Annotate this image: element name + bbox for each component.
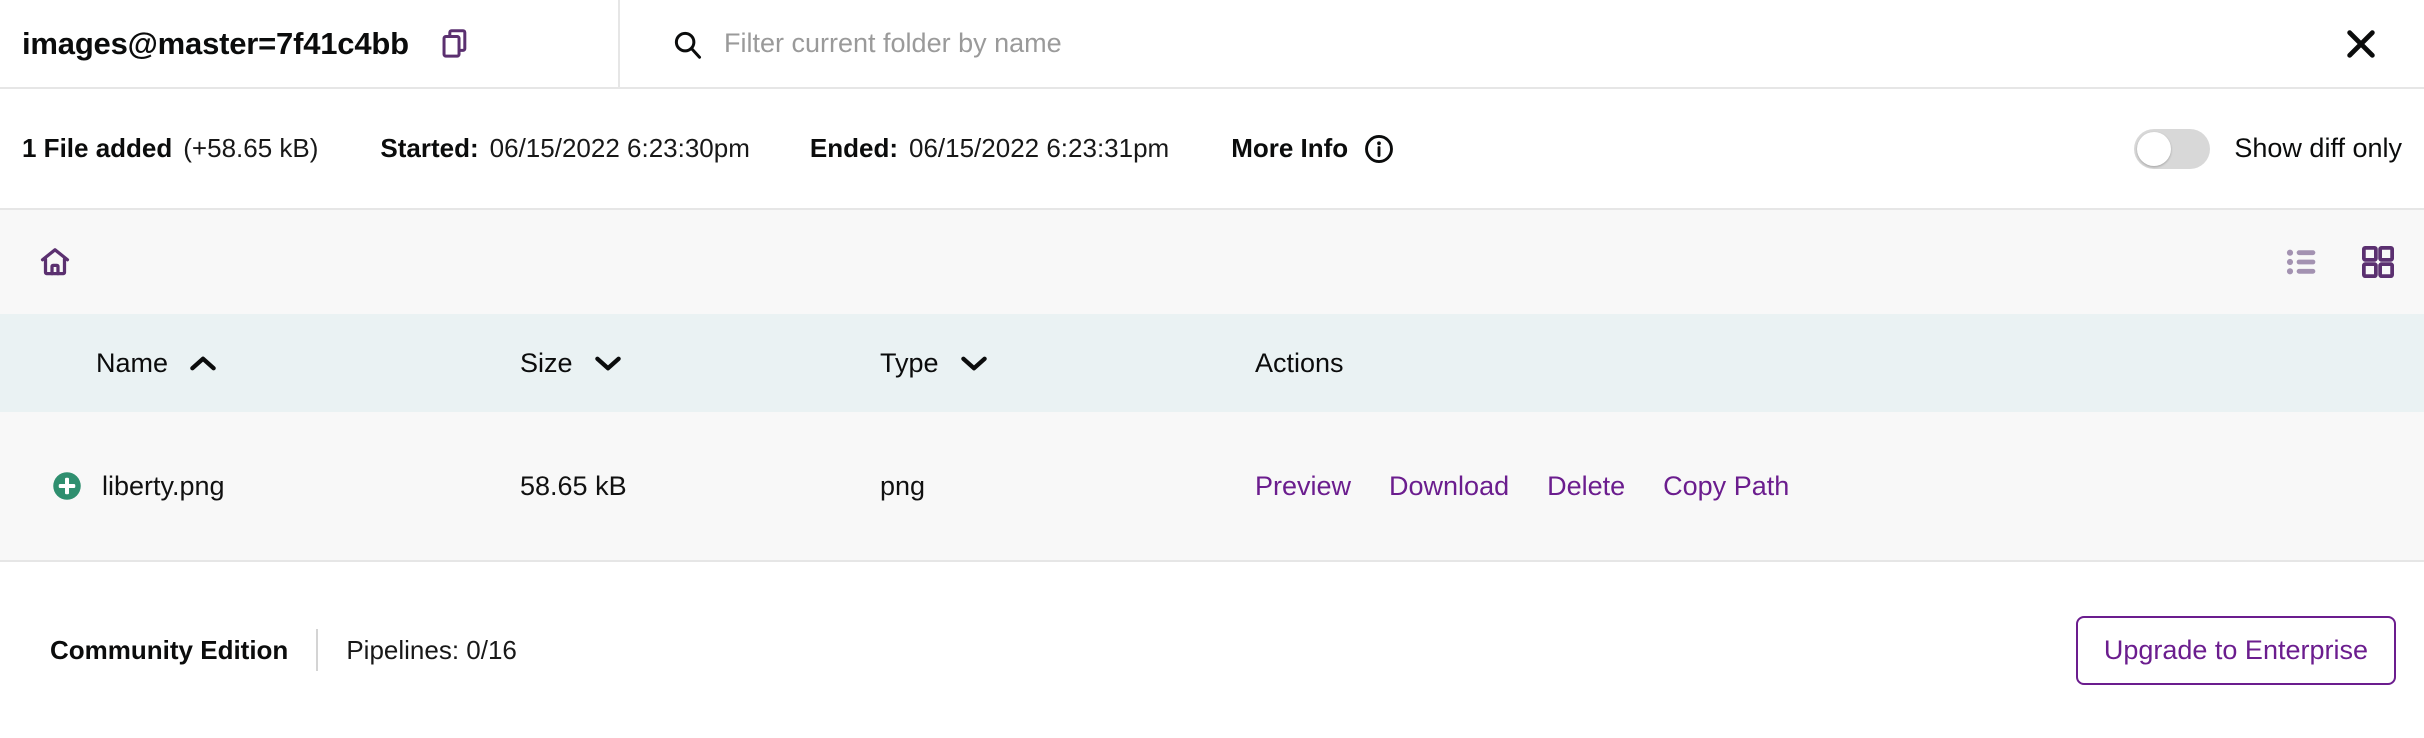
repo-title-zone: images@master=7f41c4bb: [0, 0, 620, 87]
column-label-name: Name: [96, 347, 169, 378]
close-button[interactable]: [2316, 0, 2406, 87]
copy-path-button[interactable]: Copy Path: [1663, 471, 1789, 502]
column-header-type[interactable]: Type: [880, 348, 1255, 379]
chevron-up-icon: [190, 355, 216, 372]
ended-label: Ended:: [809, 133, 898, 163]
chevron-down-icon: [960, 355, 987, 372]
list-view-icon[interactable]: [2286, 247, 2318, 277]
column-header-actions: Actions: [1255, 348, 2424, 379]
files-added-label: 1 File added: [22, 133, 173, 163]
pipelines-count: Pipelines: 0/16: [346, 634, 517, 665]
info-circle-icon: [1364, 134, 1394, 164]
file-browser-panel: images@master=7f41c4bb Filter current fo…: [0, 0, 2424, 738]
edition-label: Community Edition: [50, 634, 289, 665]
files-added-info: 1 File added (+58.65 kB): [22, 133, 318, 164]
copy-icon[interactable]: [441, 28, 469, 59]
table-row[interactable]: liberty.png 58.65 kB png Preview Downloa…: [0, 412, 2424, 562]
table-header-row: Name Size Type Actions: [0, 314, 2424, 412]
file-table: Name Size Type Actions liberty.png 58.65…: [0, 314, 2424, 562]
search-input[interactable]: [724, 28, 1924, 59]
started-value: 06/15/2022 6:23:30pm: [489, 133, 750, 163]
download-button[interactable]: Download: [1389, 471, 1509, 502]
run-info-bar: 1 File added (+58.65 kB) Started: 06/15/…: [0, 89, 2424, 210]
delete-button[interactable]: Delete: [1547, 471, 1625, 502]
page-title: images@master=7f41c4bb: [22, 25, 409, 61]
file-name: liberty.png: [102, 470, 225, 501]
grid-view-icon[interactable]: [2362, 246, 2394, 278]
more-info-button[interactable]: More Info: [1231, 133, 1394, 164]
column-label-actions: Actions: [1255, 347, 1344, 378]
started-info: Started: 06/15/2022 6:23:30pm: [380, 133, 749, 164]
search-icon: [672, 29, 702, 59]
cell-actions: Preview Download Delete Copy Path: [1255, 471, 2424, 502]
more-info-label: More Info: [1231, 133, 1349, 163]
footer-divider: [316, 629, 319, 671]
column-label-type: Type: [880, 347, 939, 378]
added-plus-icon: [52, 471, 82, 501]
column-header-size[interactable]: Size: [520, 348, 880, 379]
footer-left-group: Community Edition Pipelines: 0/16: [50, 629, 517, 671]
column-label-size: Size: [520, 347, 573, 378]
cell-type: png: [880, 470, 926, 501]
show-diff-only-toggle[interactable]: [2134, 128, 2211, 169]
cell-size: 58.65 kB: [520, 470, 627, 501]
show-diff-only-control: Show diff only: [2134, 128, 2402, 169]
files-added-size: (+58.65 kB): [183, 133, 319, 163]
filter-search-zone: [620, 0, 2316, 87]
cell-name: liberty.png: [0, 471, 520, 502]
chevron-down-icon: [594, 355, 621, 372]
started-label: Started:: [380, 133, 479, 163]
show-diff-only-label: Show diff only: [2234, 133, 2402, 163]
view-mode-switch: [2286, 246, 2394, 278]
home-icon[interactable]: [38, 245, 72, 279]
top-header-bar: images@master=7f41c4bb: [0, 0, 2424, 89]
status-footer: Community Edition Pipelines: 0/16 Upgrad…: [0, 562, 2424, 738]
toggle-knob: [2137, 131, 2172, 166]
breadcrumb-toolbar: [0, 210, 2424, 314]
ended-value: 06/15/2022 6:23:31pm: [908, 133, 1170, 163]
ended-info: Ended: 06/15/2022 6:23:31pm: [810, 133, 1169, 164]
column-header-name[interactable]: Name: [0, 348, 520, 379]
preview-button[interactable]: Preview: [1255, 471, 1351, 502]
upgrade-to-enterprise-button[interactable]: Upgrade to Enterprise: [2075, 615, 2396, 685]
